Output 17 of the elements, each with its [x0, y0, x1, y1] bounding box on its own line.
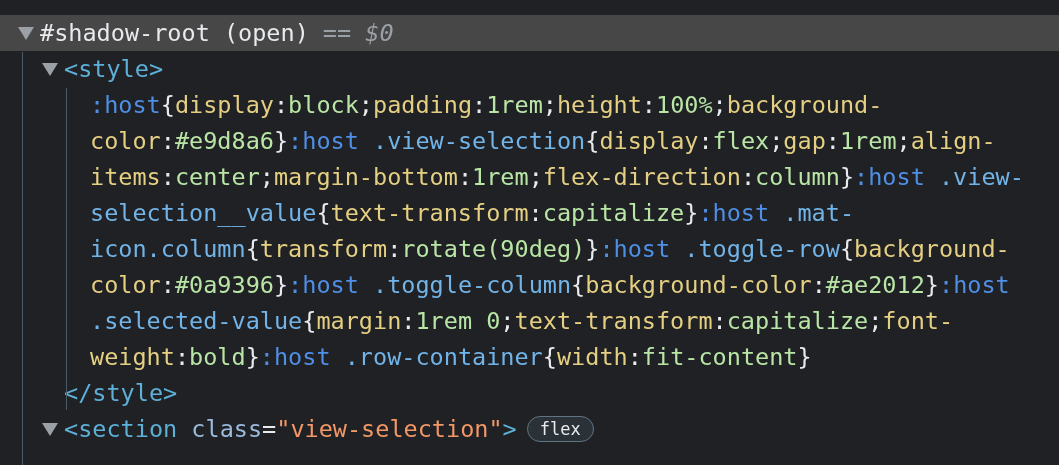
shadow-root-node[interactable]: #shadow-root (open): [40, 15, 309, 51]
css-line: items:center;margin-bottom:1rem;flex-direction:column}:host .view-: [90, 162, 1024, 193]
collapse-triangle-icon[interactable]: [18, 26, 34, 40]
css-line: .selected-value{margin:1rem 0;text-transform:capitalize;font-: [90, 306, 954, 337]
css-line: color:#e9d8a6}:host .view-selection{display:flex;gap:1rem;align-: [90, 126, 996, 157]
css-line: weight:bold}:host .row-container{width:fit-content}: [90, 342, 812, 373]
flex-badge[interactable]: flex: [526, 416, 594, 442]
collapse-triangle-icon[interactable]: [42, 62, 58, 76]
css-line: color:#0a9396}:host .toggle-column{background-color:#ae2012}:host: [90, 270, 1010, 301]
collapse-triangle-icon[interactable]: [42, 422, 58, 436]
console-reference: == $0: [322, 18, 394, 49]
css-line: :host{display:block;padding:1rem;height:100%;background-: [90, 90, 883, 121]
style-close-tag[interactable]: </style>: [64, 375, 178, 411]
style-open-tag[interactable]: <style>: [64, 51, 164, 87]
css-line: selection__value{text-transform:capitalize}:host .mat-: [90, 198, 855, 229]
css-line: icon.column{transform:rotate(90deg)}:host .toggle-row{background-: [90, 234, 1010, 265]
section-open-tag[interactable]: <section class="view-selection">: [64, 411, 517, 447]
